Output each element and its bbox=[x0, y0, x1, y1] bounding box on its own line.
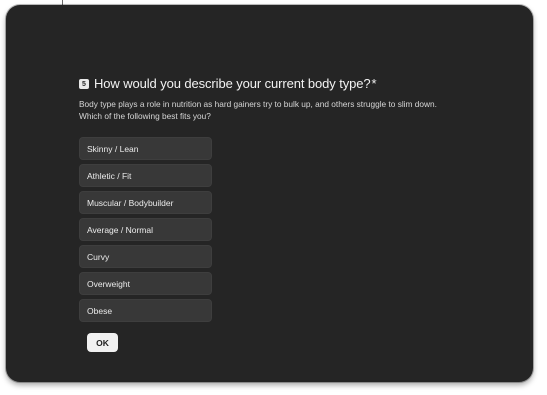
option-average-normal[interactable]: Average / Normal bbox=[79, 218, 212, 241]
option-label: Athletic / Fit bbox=[87, 170, 132, 181]
required-marker: * bbox=[371, 76, 377, 91]
option-athletic-fit[interactable]: Athletic / Fit bbox=[79, 164, 212, 187]
question-number-badge: 5 bbox=[79, 79, 89, 89]
option-label: Average / Normal bbox=[87, 224, 153, 235]
option-list: Skinny / Lean Athletic / Fit Muscular / … bbox=[79, 137, 479, 326]
form-window: 5 How would you describe your current bo… bbox=[6, 5, 533, 382]
ok-button[interactable]: OK bbox=[87, 333, 118, 352]
option-obese[interactable]: Obese bbox=[79, 299, 212, 322]
question-header: 5 How would you describe your current bo… bbox=[79, 75, 479, 93]
option-label: Muscular / Bodybuilder bbox=[87, 197, 174, 208]
option-label: Overweight bbox=[87, 278, 130, 289]
option-overweight[interactable]: Overweight bbox=[79, 272, 212, 295]
option-label: Skinny / Lean bbox=[87, 143, 139, 154]
option-skinny-lean[interactable]: Skinny / Lean bbox=[79, 137, 212, 160]
question-title: How would you describe your current body… bbox=[94, 76, 371, 91]
question-description: Body type plays a role in nutrition as h… bbox=[79, 99, 437, 121]
option-muscular-bodybuilder[interactable]: Muscular / Bodybuilder bbox=[79, 191, 212, 214]
question-block: 5 How would you describe your current bo… bbox=[79, 75, 479, 326]
option-label: Obese bbox=[87, 305, 113, 316]
option-label: Curvy bbox=[87, 251, 110, 262]
option-curvy[interactable]: Curvy bbox=[79, 245, 212, 268]
